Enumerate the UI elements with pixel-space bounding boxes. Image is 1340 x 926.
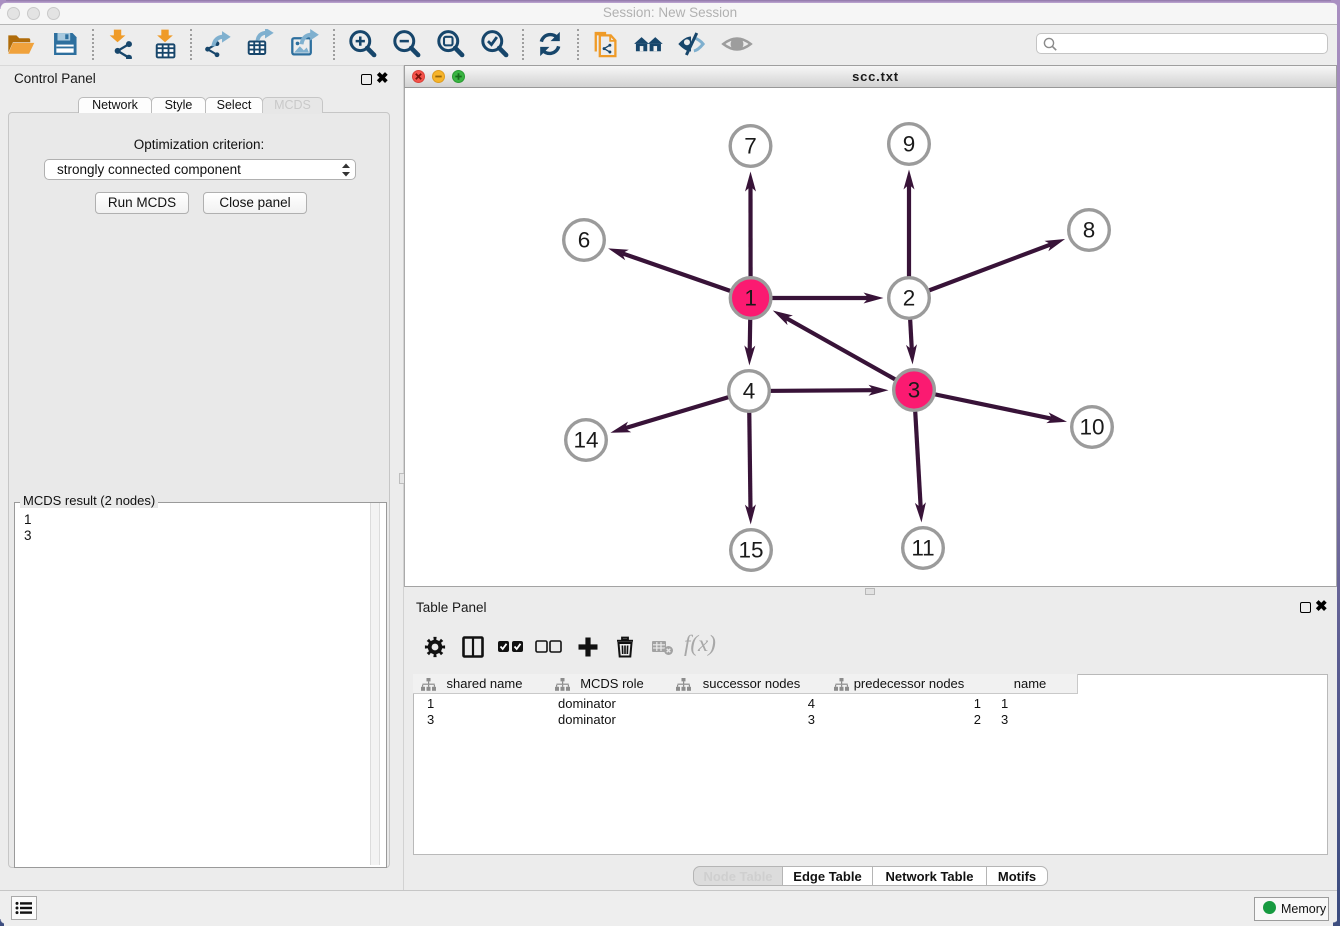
svg-text:14: 14	[573, 428, 598, 453]
svg-text:9: 9	[903, 132, 916, 157]
svg-text:15: 15	[738, 538, 763, 563]
svg-text:6: 6	[578, 228, 591, 253]
svg-text:2: 2	[903, 286, 916, 311]
svg-text:4: 4	[743, 379, 756, 404]
svg-text:11: 11	[911, 536, 934, 561]
svg-text:7: 7	[744, 134, 757, 159]
svg-text:3: 3	[908, 378, 921, 403]
svg-text:8: 8	[1083, 218, 1096, 243]
svg-text:10: 10	[1079, 415, 1104, 440]
svg-text:1: 1	[744, 286, 757, 311]
